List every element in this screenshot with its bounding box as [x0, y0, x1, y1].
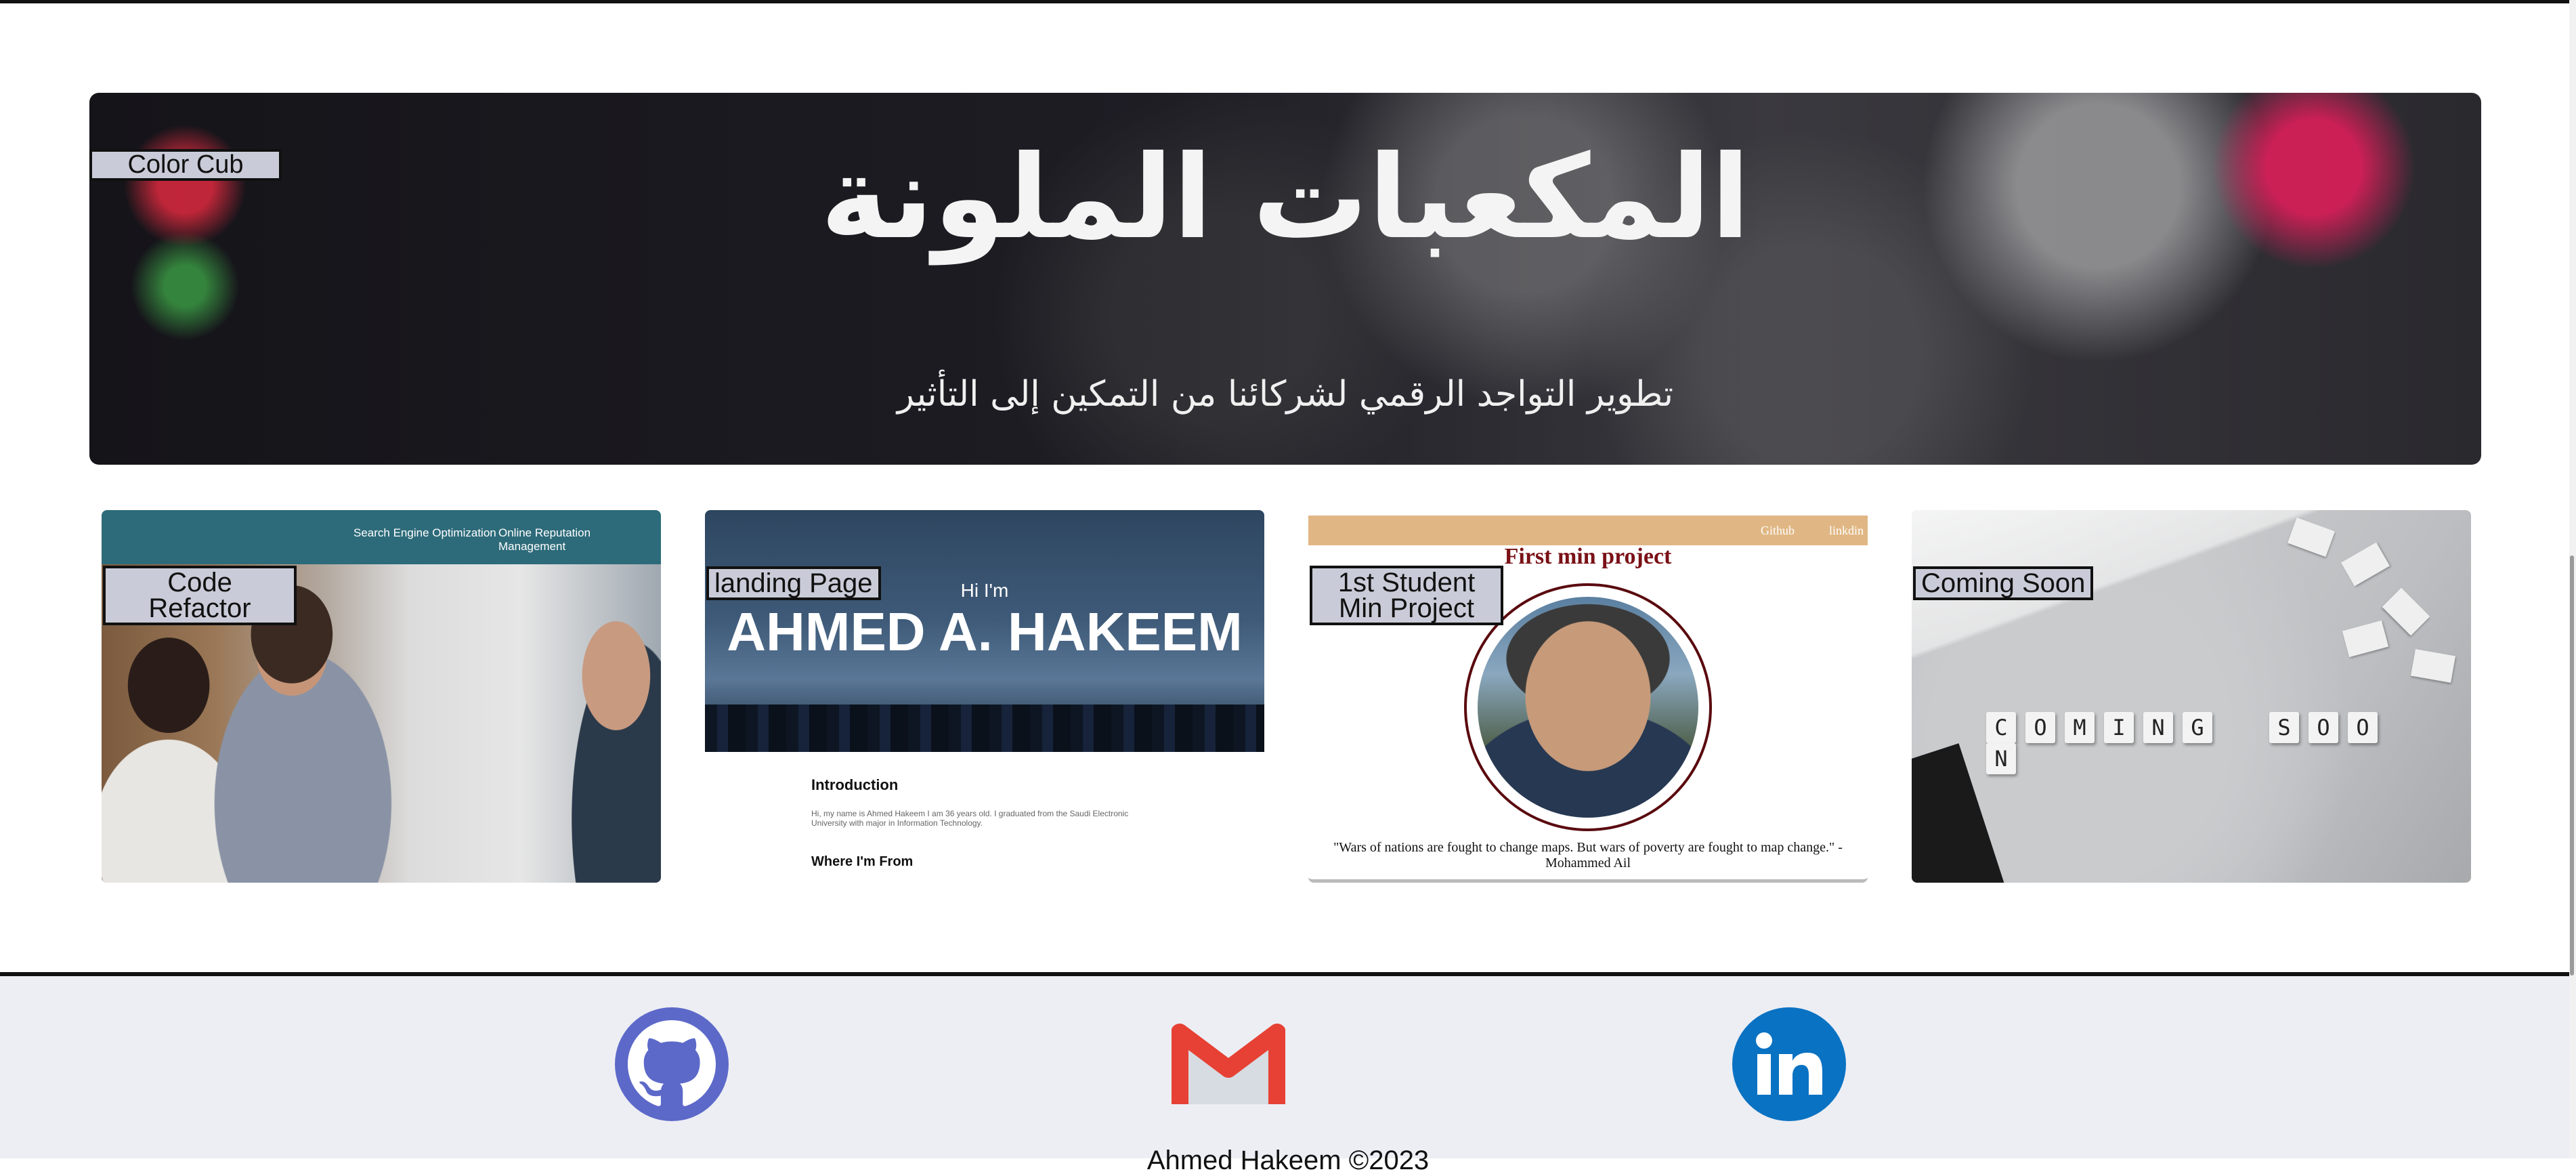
letter-tile: C — [1986, 712, 2016, 743]
hero-banner[interactable]: Color Cub المكعبات الملونة تطوير التواجد… — [89, 93, 2481, 465]
letter-tile: M — [2065, 712, 2095, 743]
hero-title: المكعبات الملونة — [820, 131, 1751, 265]
portrait-photo — [1478, 597, 1698, 818]
scrollbar-track[interactable] — [2569, 0, 2576, 1158]
nav-link: Github — [1760, 524, 1795, 537]
github-icon — [628, 1020, 716, 1106]
letter-tile: I — [2104, 712, 2134, 743]
nav-link: linkdin — [1828, 524, 1864, 537]
quote-text: "Wars of nations are fought to change ma… — [1333, 840, 1843, 870]
city-buildings — [705, 705, 1264, 752]
hero-name: AHMED A. HAKEEM — [727, 602, 1243, 662]
project-card-coming-soon[interactable]: C O M I N G S O ON Coming Soon — [1912, 510, 2471, 883]
github-link[interactable] — [615, 1007, 729, 1121]
scrollbar-thumb[interactable] — [2570, 555, 2574, 975]
card-label: landing Page — [706, 566, 881, 600]
card-preview-nav: Github linkdin — [1308, 516, 1868, 545]
project-card-landing-page[interactable]: Hi I'm AHMED A. HAKEEM Introduction Hi, … — [705, 510, 1264, 883]
letter-tile: O — [2025, 712, 2055, 743]
gmail-icon — [1172, 1024, 1285, 1104]
from-heading: Where I'm From — [811, 854, 914, 869]
letter-tile: S — [2269, 712, 2299, 743]
card-preview-nav: Search Engine Optimization Online Reputa… — [102, 510, 661, 564]
letter-tile: G — [2183, 712, 2212, 743]
letter-tiles: C O M I N G S O ON — [1986, 712, 2406, 774]
linkedin-link[interactable] — [1732, 1007, 1846, 1121]
card-label-line: Min Project — [1338, 593, 1475, 623]
card-label: 1st Student Min Project — [1310, 566, 1503, 625]
card-label-line: Refactor — [148, 593, 251, 623]
card-label-line: Code — [167, 568, 232, 597]
intro-text: Hi, my name is Ahmed Hakeem I am 36 year… — [811, 809, 1129, 828]
footer: Ahmed Hakeem ©2023 — [0, 976, 2576, 1175]
nav-link: Online Reputation Management — [498, 526, 591, 553]
letter-tile: O — [2348, 712, 2378, 743]
project-card-student-project[interactable]: Github linkdin First min project "Wars o… — [1308, 510, 1868, 883]
letter-tile: O — [2309, 712, 2338, 743]
linkedin-icon — [1756, 1032, 1822, 1095]
top-border — [0, 0, 2576, 3]
letter-tile: N — [1986, 743, 2016, 774]
gmail-link[interactable] — [1172, 1007, 1285, 1121]
card-label-line: 1st Student — [1337, 568, 1476, 597]
card-label: Code Refactor — [103, 566, 297, 625]
card-label: Coming Soon — [1913, 566, 2094, 600]
nav-link: Search Engine Optimization — [353, 526, 496, 539]
hero-subtitle: تطوير التواجد الرقمي لشركائنا من التمكين… — [897, 374, 1674, 415]
project-card-code-refactor[interactable]: Search Engine Optimization Online Reputa… — [102, 510, 661, 883]
intro-heading: Introduction — [811, 776, 899, 793]
footer-copyright: Ahmed Hakeem ©2023 — [1146, 1146, 1430, 1175]
letter-tile: N — [2143, 712, 2173, 743]
